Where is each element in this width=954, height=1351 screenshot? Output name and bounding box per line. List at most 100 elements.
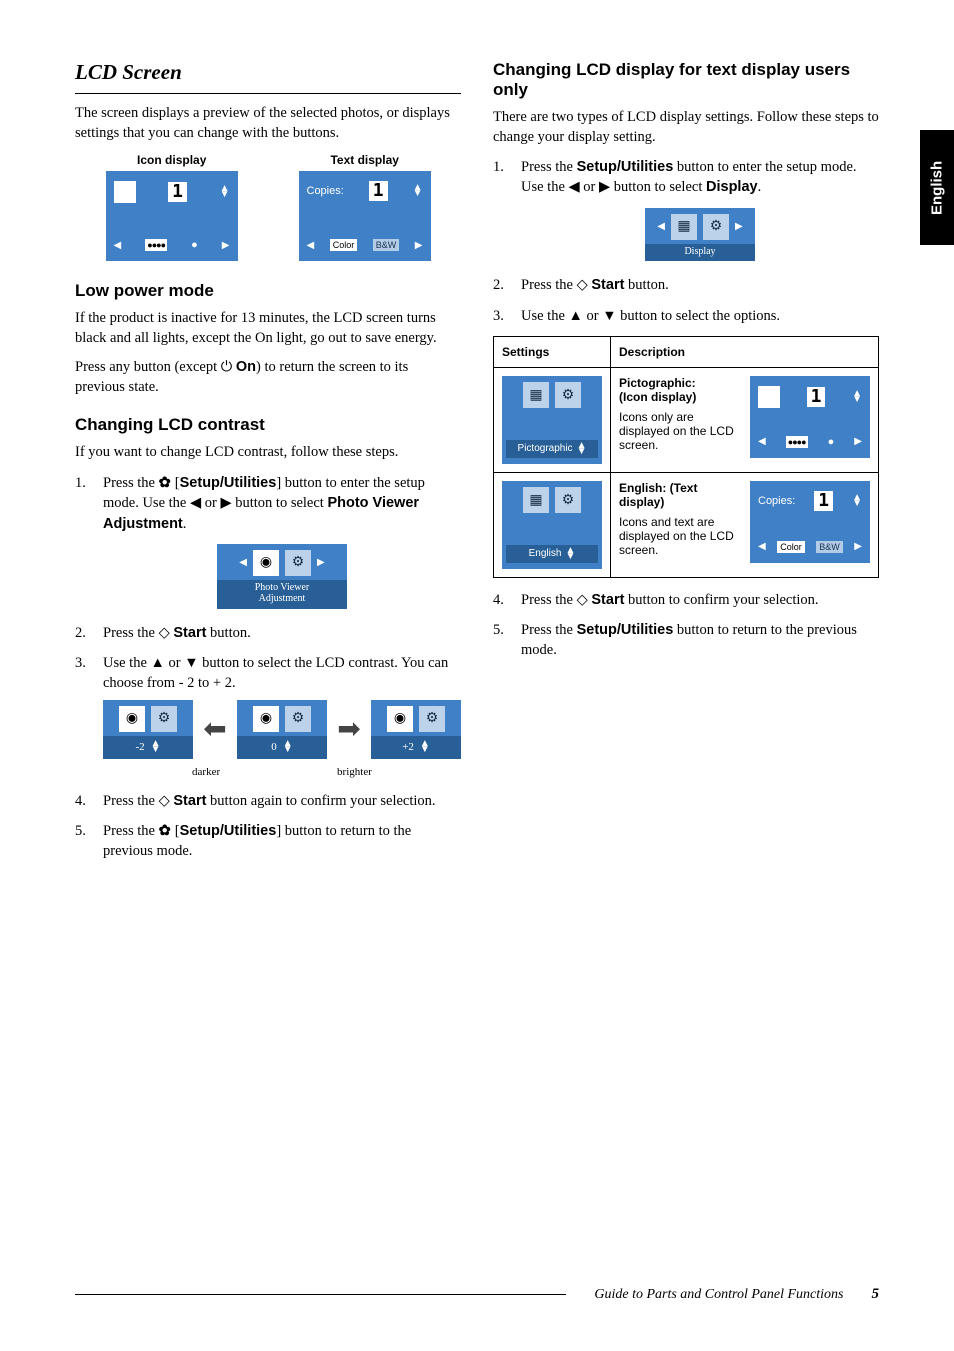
contrast-zero: ◉⚙ 0▲▼ — [237, 700, 327, 759]
gear-icon: ⚙ — [285, 706, 311, 732]
eye-icon: ◉ — [387, 706, 413, 732]
lcd-screen-heading: LCD Screen — [75, 60, 461, 85]
screen-icon: ▦ — [523, 487, 549, 513]
copies-value: 1 — [814, 491, 833, 511]
left-arrow-icon: ◀ — [657, 220, 665, 234]
display-steps-cont: Press the ◇ Start button to confirm your… — [493, 590, 879, 661]
right-column: Changing LCD display for text display us… — [493, 60, 879, 871]
settings-cell-pictographic: ▦⚙ Pictographic▲▼ — [494, 367, 611, 472]
right-arrow-icon: ▶ — [854, 436, 862, 447]
contrast-examples: ◉⚙ -2▲▼ ⬅ ◉⚙ 0▲▼ ➡ ◉⚙ +2▲▼ — [103, 700, 461, 759]
right-arrow-icon: ▶ — [854, 541, 862, 552]
desc-cell-english: English: (Text display) Icons and text a… — [611, 472, 879, 577]
copies-value: 1 — [807, 387, 826, 407]
contrast-step-1: Press the ✿ [Setup/Utilities] button to … — [75, 473, 461, 609]
dot-icon: ● — [191, 239, 198, 251]
contrast-heading: Changing LCD contrast — [75, 415, 461, 435]
display-labels-row: Icon display Text display — [75, 153, 461, 167]
right-arrow-icon: ▶ — [317, 556, 325, 570]
contrast-neg2: ◉⚙ -2▲▼ — [103, 700, 193, 759]
text-display-label: Text display — [330, 153, 398, 167]
text-display-heading: Changing LCD display for text display us… — [493, 60, 879, 100]
settings-table: Settings Description ▦⚙ Pictographic▲▼ P… — [493, 336, 879, 578]
left-arrow-icon: ◀ — [114, 240, 122, 251]
eye-icon: ◉ — [253, 550, 279, 576]
copies-icon — [114, 181, 136, 203]
right-arrow-icon: ▶ — [415, 240, 423, 251]
diamond-icon: ◇ — [577, 592, 592, 608]
eye-icon: ◉ — [119, 706, 145, 732]
gear-icon: ⚙ — [555, 487, 581, 513]
footer-page-number: 5 — [872, 1286, 880, 1303]
pictographic-lcd: ▦⚙ Pictographic▲▼ — [502, 376, 602, 464]
display-step-2: Press the ◇ Start button. — [493, 275, 879, 295]
darker-label: darker — [192, 765, 220, 780]
spinner-icon: ▲▼ — [565, 548, 575, 560]
spinner-icon: ▲▼ — [852, 495, 862, 507]
contrast-steps: Press the ✿ [Setup/Utilities] button to … — [75, 473, 461, 861]
diamond-icon: ◇ — [159, 793, 174, 809]
left-column: LCD Screen The screen displays a preview… — [75, 60, 461, 871]
low-power-p2: Press any button (except ⏻ On) to return… — [75, 358, 461, 397]
th-description: Description — [611, 336, 879, 367]
footer-title: Guide to Parts and Control Panel Functio… — [594, 1287, 843, 1303]
spinner-icon: ▲▼ — [413, 185, 423, 197]
spinner-icon: ▲▼ — [420, 741, 430, 753]
setup-icon: ✿ — [159, 823, 175, 839]
screen-icon: ▦ — [671, 214, 697, 240]
left-arrow-icon: ◀ — [239, 556, 247, 570]
low-power-p1: If the product is inactive for 13 minute… — [75, 309, 461, 348]
right-arrow-icon: ▶ — [222, 240, 230, 251]
display-step-5: Press the Setup/Utilities button to retu… — [493, 620, 879, 661]
gear-icon: ⚙ — [151, 706, 177, 732]
contrast-step-3: Use the ▲ or ▼ button to select the LCD … — [75, 653, 461, 780]
left-arrow-icon: ◀ — [307, 240, 315, 251]
spinner-icon: ▲▼ — [852, 391, 862, 403]
lcd-examples: 1 ▲▼ ◀ ●●●● ● ▶ Copies: 1 ▲▼ ◀ — [75, 171, 461, 261]
gear-icon: ⚙ — [285, 550, 311, 576]
left-arrow-icon: ◀ — [758, 541, 766, 552]
spinner-icon: ▲▼ — [151, 741, 161, 753]
low-power-heading: Low power mode — [75, 281, 461, 301]
th-settings: Settings — [494, 336, 611, 367]
lcd-text-display-small: Copies: 1 ▲▼ ◀ Color B&W ▶ — [750, 481, 870, 563]
gear-icon: ⚙ — [419, 706, 445, 732]
left-arrow-icon: ◀ — [758, 436, 766, 447]
power-icon: ⏻ — [221, 359, 236, 375]
table-row: ▦⚙ Pictographic▲▼ Pictographic: (Icon di… — [494, 367, 879, 472]
copies-label: Copies: — [758, 495, 795, 507]
desc-title: English: (Text display) — [619, 481, 740, 509]
dot-icon: ● — [828, 436, 835, 448]
color-dots: ●●●● — [786, 436, 808, 448]
desc-cell-pictographic: Pictographic: (Icon display) Icons only … — [611, 367, 879, 472]
brighter-label: brighter — [337, 765, 372, 780]
setup-icon: ✿ — [159, 475, 175, 491]
gear-icon: ⚙ — [555, 382, 581, 408]
color-label: Color — [330, 239, 358, 251]
lcd-icon-display: 1 ▲▼ ◀ ●●●● ● ▶ — [106, 171, 238, 261]
table-row: ▦⚙ English▲▼ English: (Text display) Ico… — [494, 472, 879, 577]
spinner-icon: ▲▼ — [220, 186, 230, 198]
contrast-step-2: Press the ◇ Start button. — [75, 623, 461, 643]
contrast-pos2: ◉⚙ +2▲▼ — [371, 700, 461, 759]
copies-value: 1 — [168, 182, 187, 202]
contrast-labels: x darker x brighter x — [103, 765, 461, 780]
copies-icon — [758, 386, 780, 408]
spinner-icon: ▲▼ — [577, 443, 587, 455]
arrow-right-icon: ➡ — [337, 710, 360, 749]
gear-icon: ⚙ — [703, 214, 729, 240]
table-header-row: Settings Description — [494, 336, 879, 367]
right-arrow-icon: ▶ — [735, 220, 743, 234]
footer-rule — [75, 1294, 566, 1295]
page-footer: Guide to Parts and Control Panel Functio… — [75, 1286, 879, 1303]
diamond-icon: ◇ — [577, 277, 592, 293]
lcd-caption: Display — [645, 244, 755, 262]
color-label: Color — [777, 541, 805, 553]
arrow-left-icon: ⬅ — [203, 710, 226, 749]
color-dots: ●●●● — [145, 239, 167, 251]
desc-title: Pictographic: (Icon display) — [619, 376, 740, 404]
display-step-4: Press the ◇ Start button to confirm your… — [493, 590, 879, 610]
display-lcd: ◀ ▦ ⚙ ▶ Display — [645, 208, 755, 262]
lcd-caption: Photo ViewerAdjustment — [217, 580, 347, 609]
contrast-intro: If you want to change LCD contrast, foll… — [75, 443, 461, 463]
